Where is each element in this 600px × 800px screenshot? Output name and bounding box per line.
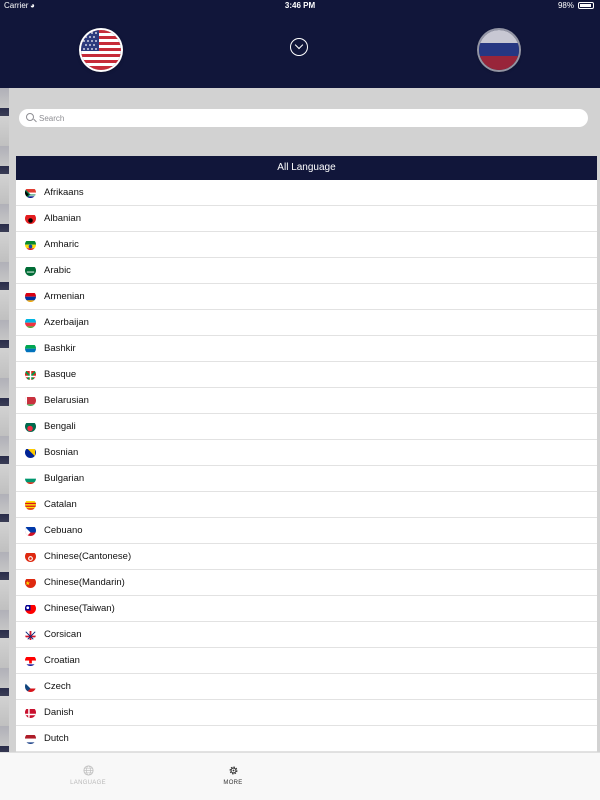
language-name: Arabic (44, 265, 71, 276)
list-item[interactable]: Bulgarian (16, 466, 597, 492)
language-name: Cebuano (44, 525, 83, 536)
language-name: Chinese(Taiwan) (44, 603, 115, 614)
list-item[interactable]: Afrikaans (16, 180, 597, 206)
language-name: Czech (44, 681, 71, 692)
tab-language[interactable]: LANGUAGE (48, 765, 128, 786)
language-flag-icon (25, 421, 36, 432)
list-item[interactable]: Bashkir (16, 336, 597, 362)
language-name: Chinese(Cantonese) (44, 551, 132, 562)
language-flag-icon (25, 291, 36, 302)
list-item[interactable]: Corsican (16, 622, 597, 648)
language-flag-icon (25, 681, 36, 692)
language-flag-icon (25, 343, 36, 354)
list-item[interactable]: Czech (16, 674, 597, 700)
list-item[interactable]: Azerbaijan (16, 310, 597, 336)
list-item[interactable]: Chinese(Taiwan) (16, 596, 597, 622)
search-bar[interactable] (19, 109, 588, 127)
list-item[interactable]: Danish (16, 700, 597, 726)
language-name: Dutch (44, 733, 69, 744)
language-name: Danish (44, 707, 74, 718)
ru-flag-icon (479, 30, 519, 70)
language-name: Bulgarian (44, 473, 85, 484)
list-item[interactable]: Arabic (16, 258, 597, 284)
language-name: Corsican (44, 629, 82, 640)
language-flag-icon (25, 577, 36, 588)
list-item[interactable]: Chinese(Cantonese) (16, 544, 597, 570)
list-item[interactable]: Cebuano (16, 518, 597, 544)
language-name: Croatian (44, 655, 80, 666)
list-item[interactable]: Basque (16, 362, 597, 388)
list-item[interactable]: Dutch (16, 726, 597, 752)
language-flag-icon (25, 369, 36, 380)
list-item[interactable]: Belarusian (16, 388, 597, 414)
tab-language-label: LANGUAGE (70, 780, 106, 786)
language-flag-icon (25, 551, 36, 562)
language-name: Afrikaans (44, 187, 84, 198)
list-item[interactable]: Chinese(Mandarin) (16, 570, 597, 596)
language-flag-icon (25, 655, 36, 666)
language-name: Amharic (44, 239, 79, 250)
language-flag-icon (25, 499, 36, 510)
search-input[interactable] (39, 110, 579, 126)
language-flag-icon (25, 265, 36, 276)
battery-percent: 98% (557, 1, 574, 10)
source-language-button[interactable] (81, 30, 121, 70)
language-flag-icon (25, 317, 36, 328)
globe-icon (82, 765, 94, 776)
tab-more[interactable]: MORE (193, 765, 273, 786)
language-name: Bosnian (44, 447, 79, 458)
top-header: Carrier ◕ 3:46 PM 98% (0, 0, 600, 88)
language-name: Bashkir (44, 343, 76, 354)
language-flag-icon (25, 603, 36, 614)
list-item[interactable]: Amharic (16, 232, 597, 258)
language-name: Armenian (44, 291, 85, 302)
list-item[interactable]: Catalan (16, 492, 597, 518)
tab-bar: LANGUAGE MORE (0, 752, 600, 800)
language-name: Basque (44, 369, 77, 380)
status-time: 3:46 PM (284, 1, 316, 10)
language-flag-icon (25, 187, 36, 198)
language-name: Bengali (44, 421, 76, 432)
language-flag-icon (25, 395, 36, 406)
list-item[interactable]: Croatian (16, 648, 597, 674)
list-item[interactable]: Armenian (16, 284, 597, 310)
gear-icon (229, 766, 237, 775)
language-flag-icon (25, 707, 36, 718)
language-flag-icon (25, 733, 36, 744)
list-header: All Language (16, 156, 597, 180)
us-flag-icon (81, 30, 121, 70)
language-flag-icon (25, 525, 36, 536)
language-list: All Language Afrikaans Albanian Amharic Ara… (16, 156, 597, 752)
language-flag-icon (25, 629, 36, 640)
language-flag-icon (25, 213, 36, 224)
list-item[interactable]: Bengali (16, 414, 597, 440)
language-name: Albanian (44, 213, 81, 224)
status-bar: Carrier ◕ 3:46 PM 98% (0, 0, 600, 12)
target-language-button[interactable] (479, 30, 519, 70)
language-name: Chinese(Mandarin) (44, 577, 125, 588)
language-flag-icon (25, 239, 36, 250)
language-flag-icon (25, 447, 36, 458)
language-name: Belarusian (44, 395, 89, 406)
battery-icon (578, 2, 594, 9)
tab-more-label: MORE (223, 780, 243, 786)
swap-languages-button[interactable] (290, 38, 308, 56)
language-name: Catalan (44, 499, 77, 510)
language-flag-icon (25, 473, 36, 484)
search-icon (26, 113, 34, 121)
list-item[interactable]: Albanian (16, 206, 597, 232)
list-item[interactable]: Bosnian (16, 440, 597, 466)
side-edge-strip (0, 88, 9, 752)
language-name: Azerbaijan (44, 317, 89, 328)
